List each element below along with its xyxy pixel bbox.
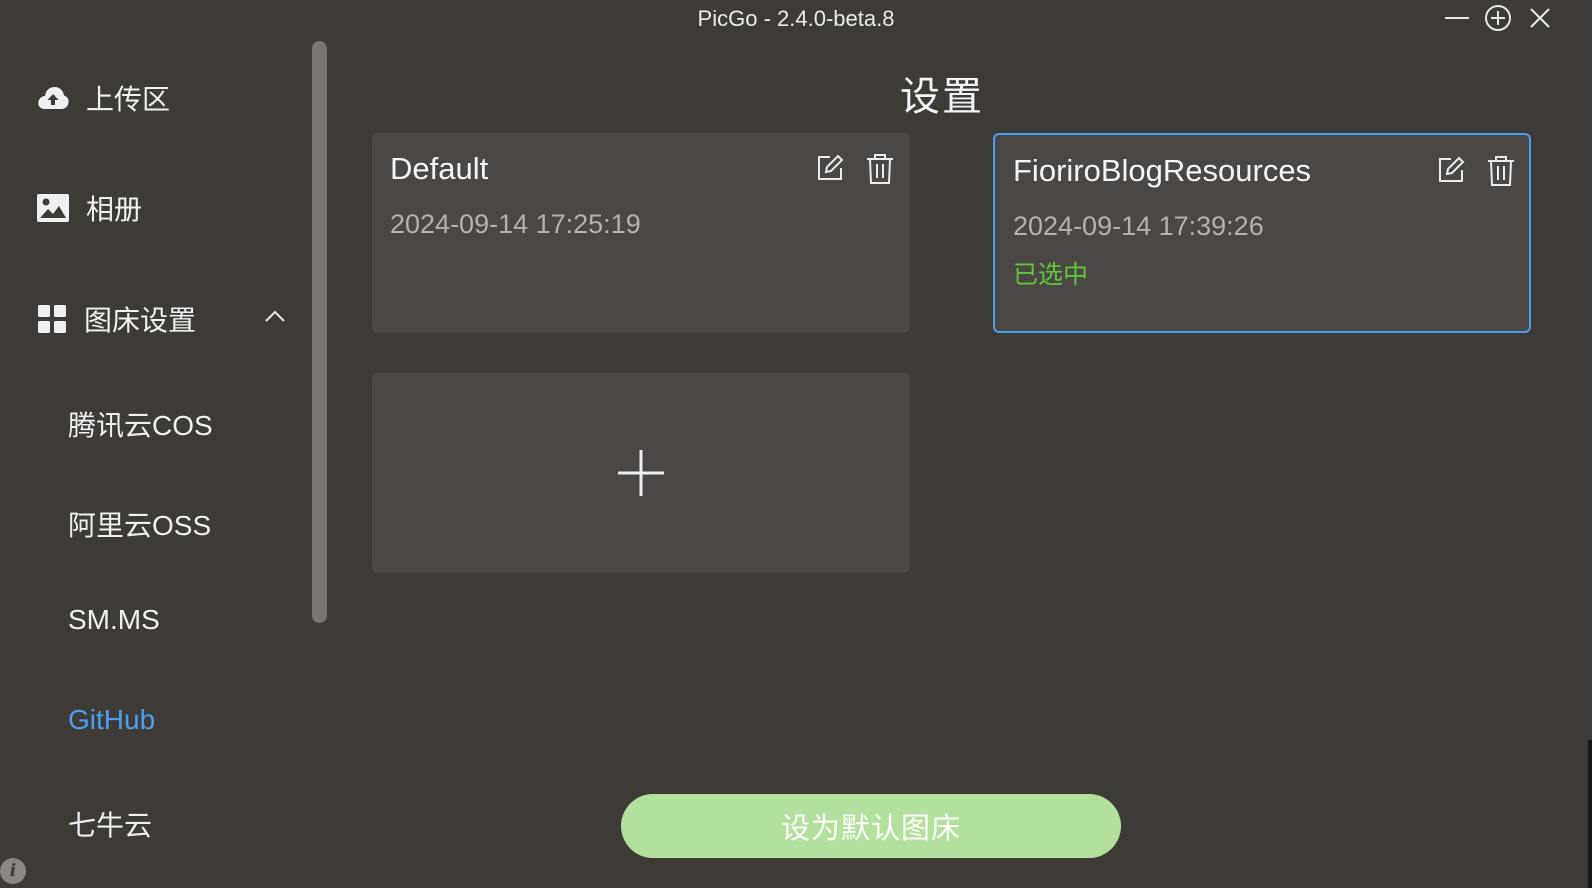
config-name: Default xyxy=(390,151,489,186)
sidebar-item-smms[interactable]: SM.MS xyxy=(68,604,160,636)
delete-button[interactable] xyxy=(1486,155,1516,187)
edit-icon xyxy=(818,154,844,180)
trash-icon xyxy=(867,154,893,184)
config-time: 2024-09-14 17:25:19 xyxy=(390,209,641,239)
image-icon xyxy=(37,194,69,222)
minimize-icon xyxy=(1445,17,1469,19)
sidebar-item-github[interactable]: GitHub xyxy=(68,704,155,736)
window-title: PicGo - 2.4.0-beta.8 xyxy=(697,6,895,31)
window-edge xyxy=(1588,740,1592,888)
config-time: 2024-09-14 17:39:26 xyxy=(1013,211,1264,241)
cloud-upload-icon xyxy=(38,87,69,109)
add-config-button[interactable] xyxy=(372,373,910,573)
plus-icon xyxy=(618,450,664,496)
sidebar-item-gallery[interactable]: 相册 xyxy=(36,188,142,228)
sidebar-item-label: 相册 xyxy=(86,194,143,225)
circle-plus-icon xyxy=(1485,5,1511,31)
picgo-window: PicGo - 2.4.0-beta.8 上传区 相册 图床设置 腾讯云COS … xyxy=(0,0,1592,888)
edit-icon xyxy=(1439,156,1465,182)
delete-button[interactable] xyxy=(865,153,895,185)
sidebar-item-picbed-settings[interactable]: 图床设置 xyxy=(36,299,196,339)
selected-status: 已选中 xyxy=(1013,261,1089,289)
edit-button[interactable] xyxy=(1436,155,1466,187)
minimize-button[interactable] xyxy=(1441,4,1473,32)
sidebar-scrollbar[interactable] xyxy=(312,41,327,623)
config-card-default[interactable]: Default 2024-09-14 17:25:19 xyxy=(372,133,910,333)
title-bar: PicGo - 2.4.0-beta.8 xyxy=(0,0,1592,38)
trash-icon xyxy=(1488,156,1514,186)
maximize-button[interactable] xyxy=(1482,4,1514,32)
grid-icon xyxy=(38,305,66,333)
close-icon xyxy=(1530,8,1550,28)
sidebar-item-tencent-cos[interactable]: 腾讯云COS xyxy=(68,404,213,444)
config-card-fioriro[interactable]: FioriroBlogResources 2024-09-14 17:39:26… xyxy=(993,133,1531,333)
sidebar-item-upload[interactable]: 上传区 xyxy=(36,78,170,118)
sidebar-item-label: 上传区 xyxy=(86,84,171,115)
page-title: 设置 xyxy=(900,75,984,119)
config-name: FioriroBlogResources xyxy=(1013,153,1312,188)
edit-button[interactable] xyxy=(815,153,845,185)
close-button[interactable] xyxy=(1524,4,1556,32)
sidebar-item-aliyun-oss[interactable]: 阿里云OSS xyxy=(68,504,211,544)
chevron-up-icon[interactable] xyxy=(262,306,288,326)
sidebar-item-qiniu[interactable]: 七牛云 xyxy=(68,804,152,844)
info-icon[interactable]: i xyxy=(0,858,26,884)
sidebar-item-label: 图床设置 xyxy=(84,305,197,336)
set-default-button[interactable]: 设为默认图床 xyxy=(621,794,1121,858)
sidebar: 上传区 相册 图床设置 腾讯云COS 阿里云OSS SM.MS GitHub 七… xyxy=(0,38,330,888)
